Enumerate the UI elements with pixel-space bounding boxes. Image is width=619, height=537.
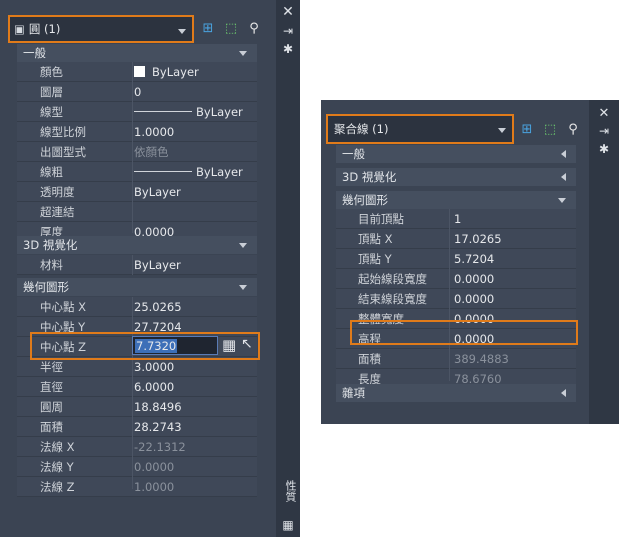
table-row[interactable]: 圓周 18.8496 [17,397,257,417]
side-tab-label[interactable]: 性質 [282,480,298,502]
close-icon[interactable]: ✕ [276,4,300,20]
collapse-icon [239,51,247,56]
settings-icon[interactable]: ✱ [276,42,300,56]
expand-icon [561,389,566,397]
center-z-highlight [30,332,260,360]
toggle-pickadd-icon[interactable]: ⊞ [518,120,536,138]
geometry-rows: 中心點 X25.0265 中心點 Y27.7204 中心點 Z7.7320 半徑… [17,297,257,497]
toggle-pickadd-icon[interactable]: ⊞ [199,19,217,37]
auto-hide-icon[interactable]: ⇥ [589,124,619,138]
select-objects-icon[interactable]: ⬚ [541,120,559,138]
auto-hide-icon[interactable]: ⇥ [276,24,300,38]
category-misc[interactable]: 雜項 [336,384,576,402]
table-row[interactable]: 面積 28.2743 [17,417,257,437]
palette-icon[interactable]: ▦ [276,518,300,532]
collapse-icon [558,198,566,203]
table-row[interactable]: 結束線段寬度 0.0000 [336,289,576,309]
lineweight-sample [134,171,192,172]
elevation-highlight [350,320,578,345]
table-row[interactable]: 面積 389.4883 [336,349,576,369]
chevron-down-icon [498,128,506,133]
table-row[interactable]: 線型比例 1.0000 [17,122,257,142]
table-row[interactable]: 中心點 X 25.0265 [17,297,257,317]
table-row[interactable]: 頂點 Y 5.7204 [336,249,576,269]
view3d-rows: 材料 ByLayer [17,255,257,275]
table-row[interactable]: 線粗 ByLayer [17,162,257,182]
object-type-dropdown[interactable]: 聚合線 (1) [326,114,514,144]
category-general[interactable]: 一般 [17,44,257,62]
close-icon[interactable]: ✕ [589,106,619,121]
quick-select-icon[interactable]: ⚲ [564,120,582,138]
table-row[interactable]: 目前頂點 1 [336,209,576,229]
category-3d-visualization[interactable]: 3D 視覺化 [336,168,576,186]
table-row[interactable]: 法線 X -22.1312 [17,437,257,457]
table-row[interactable]: 透明度 ByLayer [17,182,257,202]
table-row[interactable]: 出圖型式 依顏色 [17,142,257,162]
circle-object-icon: ▣ [14,22,25,36]
table-row[interactable]: 法線 Z 1.0000 [17,477,257,497]
table-row[interactable]: 法線 Y 0.0000 [17,457,257,477]
category-geometry[interactable]: 幾何圖形 [17,278,257,296]
table-row[interactable]: 材料 ByLayer [17,255,257,275]
table-row[interactable]: 直徑 6.0000 [17,377,257,397]
collapse-icon [239,243,247,248]
table-row[interactable]: 半徑 3.0000 [17,357,257,377]
collapse-icon [239,285,247,290]
general-rows: 顏色 ByLayer 圖層 0 線型 ByLayer 線型比例 1.0000 出圖型式依… [17,62,257,242]
expand-icon [561,173,566,181]
table-row[interactable]: 起始線段寬度 0.0000 [336,269,576,289]
palette-title-strip: ✕ ⇥ ✱ [589,100,619,424]
category-geometry[interactable]: 幾何圖形 [336,191,576,209]
select-objects-icon[interactable]: ⬚ [222,19,240,37]
category-3d-visualization[interactable]: 3D 視覺化 [17,236,257,254]
chevron-down-icon [178,29,186,34]
table-row[interactable]: 圖層 0 [17,82,257,102]
color-swatch [134,66,145,77]
table-row[interactable]: 頂點 X 17.0265 [336,229,576,249]
expand-icon [561,150,566,158]
linetype-sample [134,111,192,112]
object-type-dropdown[interactable]: ▣ 圓 (1) [8,15,194,43]
palette-title-strip: ✕ ⇥ ✱ 性質 ▦ [276,0,300,537]
table-row[interactable]: 超連結 [17,202,257,222]
geometry-rows: 目前頂點 1 頂點 X 17.0265 頂點 Y 5.7204 起始線段寬度 0.000… [336,209,576,389]
table-row[interactable]: 顏色 ByLayer [17,62,257,82]
quick-select-icon[interactable]: ⚲ [245,19,263,37]
settings-icon[interactable]: ✱ [589,142,619,156]
category-general[interactable]: 一般 [336,145,576,163]
table-row[interactable]: 線型 ByLayer [17,102,257,122]
